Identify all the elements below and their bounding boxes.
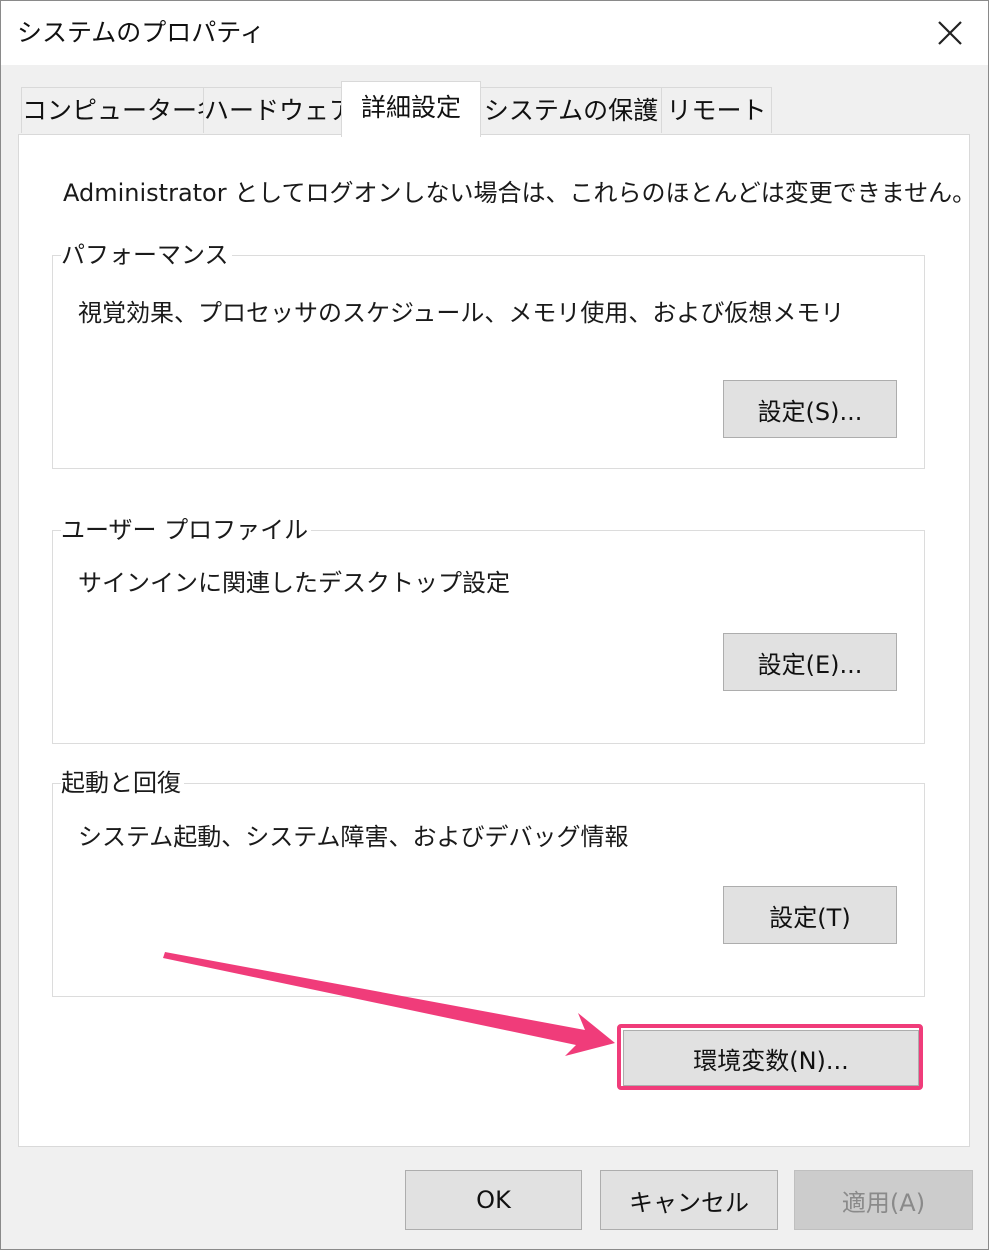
environment-variables-button[interactable]: 環境変数(N)... (623, 1030, 919, 1086)
window-title: システムのプロパティ (17, 18, 265, 47)
user-profiles-description: サインインに関連したデスクトップ設定 (78, 569, 510, 597)
startup-recovery-settings-button[interactable]: 設定(T) (723, 886, 897, 944)
close-icon (938, 21, 962, 45)
tab-computer-name[interactable]: コンピューター名 (21, 87, 222, 133)
startup-recovery-group-title: 起動と回復 (61, 766, 184, 800)
user-profiles-group-title: ユーザー プロファイル (61, 513, 312, 547)
apply-button[interactable]: 適用(A) (794, 1170, 973, 1230)
tab-advanced[interactable]: 詳細設定 (341, 81, 481, 137)
tab-hardware[interactable]: ハードウェア (203, 87, 354, 133)
ok-button[interactable]: OK (405, 1170, 582, 1230)
performance-description: 視覚効果、プロセッサのスケジュール、メモリ使用、および仮想メモリ (78, 299, 845, 327)
admin-notice: Administrator としてログオンしない場合は、これらのほとんどは変更で… (63, 179, 977, 207)
startup-recovery-description: システム起動、システム障害、およびデバッグ情報 (78, 823, 629, 851)
performance-group-title: パフォーマンス (61, 238, 232, 272)
system-properties-window: システムのプロパティ コンピューター名 ハードウェア 詳細設定 システムの保護 … (0, 0, 989, 1250)
tab-remote[interactable]: リモート (661, 87, 772, 133)
tab-system-protection[interactable]: システムの保護 (480, 87, 662, 133)
user-profiles-settings-button[interactable]: 設定(E)... (723, 633, 897, 691)
performance-settings-button[interactable]: 設定(S)... (723, 380, 897, 438)
cancel-button[interactable]: キャンセル (600, 1170, 778, 1230)
title-bar: システムのプロパティ (1, 1, 988, 65)
close-button[interactable] (913, 7, 987, 59)
